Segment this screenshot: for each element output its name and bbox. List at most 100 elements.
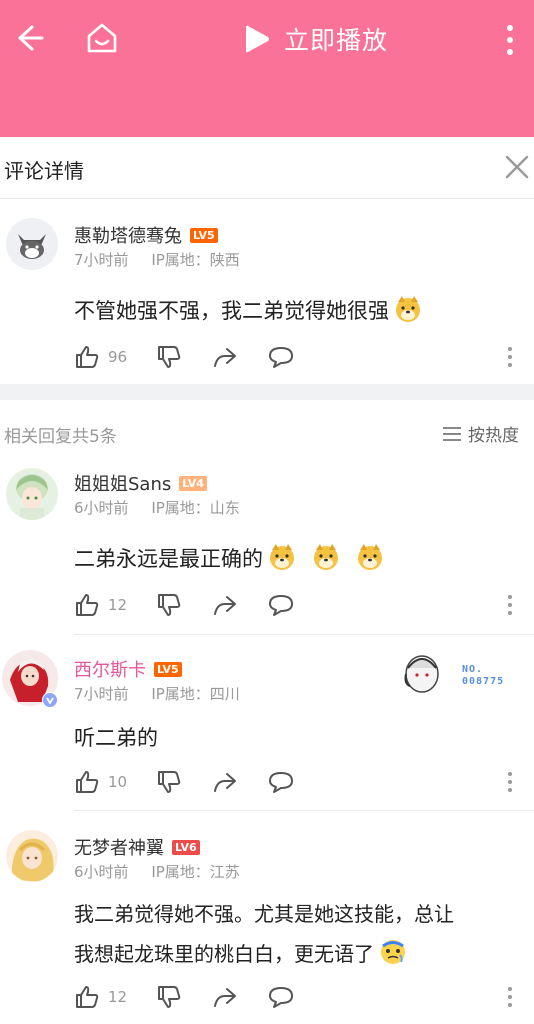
reply-button[interactable] xyxy=(268,984,294,1010)
share-button[interactable] xyxy=(212,592,238,618)
level-badge: LV6 xyxy=(172,839,200,855)
comment-actions: 96 xyxy=(74,344,294,370)
comment-meta: 6小时前 IP属地：江苏 xyxy=(74,861,258,882)
back-arrow-icon[interactable] xyxy=(12,22,44,54)
like-count: 12 xyxy=(108,988,128,1006)
more-options-icon[interactable] xyxy=(506,594,514,616)
more-options-icon[interactable] xyxy=(506,346,514,368)
comment-text: 我二弟觉得她不强。尤其是她这技能，总让 我想起龙珠里的桃白白，更无语了 xyxy=(74,894,454,974)
comment-text: 听二弟的 xyxy=(74,718,158,758)
main-comment: 惠勒塔德骞兔 LV5 7小时前 IP属地：陕西 不管她强不强，我二弟觉得她很强 … xyxy=(0,200,534,384)
like-count: 10 xyxy=(108,773,128,791)
like-button[interactable]: 96 xyxy=(74,344,148,370)
share-icon xyxy=(214,773,236,792)
comment-text-content: 二弟永远是最正确的 xyxy=(74,547,263,571)
ip-location: IP属地：山东 xyxy=(151,499,240,517)
top-bar: 立即播放 xyxy=(0,0,534,137)
chat-bubble-icon xyxy=(269,772,293,793)
reply-button[interactable] xyxy=(268,769,294,795)
avatar[interactable] xyxy=(6,468,58,520)
username-text: 姐姐姐Sans xyxy=(74,474,172,495)
thumbs-down-icon xyxy=(158,346,181,368)
share-icon xyxy=(214,596,236,615)
avatar[interactable] xyxy=(6,830,58,882)
comment-text-content: 听二弟的 xyxy=(74,726,158,750)
divider xyxy=(74,810,534,811)
avatar[interactable] xyxy=(6,218,58,270)
username[interactable]: 无梦者神翼 LV6 xyxy=(74,834,200,860)
comment-text: 二弟永远是最正确的 xyxy=(74,539,385,579)
reply-button[interactable] xyxy=(268,344,294,370)
thumbs-up-icon xyxy=(76,346,99,368)
comment-time: 7小时前 xyxy=(74,251,129,269)
comment-text-line-2: 我想起龙珠里的桃白白，更无语了 xyxy=(74,942,374,966)
comment-actions: 12 xyxy=(74,984,294,1010)
divider xyxy=(74,634,534,635)
more-vertical-icon[interactable] xyxy=(500,22,520,58)
comment-text-line-1: 我二弟觉得她不强。尤其是她这技能，总让 xyxy=(74,902,454,926)
thumbs-up-icon xyxy=(76,986,99,1008)
reply-count-label: 相关回复共5条 xyxy=(4,427,117,447)
more-options-icon[interactable] xyxy=(506,771,514,793)
thumbs-down-icon xyxy=(158,594,181,616)
level-badge: LV4 xyxy=(179,475,207,491)
like-count: 96 xyxy=(108,348,128,366)
username-text: 无梦者神翼 xyxy=(74,838,164,859)
username[interactable]: 西尔斯卡 LV5 xyxy=(74,656,182,682)
related-replies-header: 相关回复共5条 按热度 xyxy=(0,400,534,464)
share-button[interactable] xyxy=(212,984,238,1010)
like-button[interactable]: 10 xyxy=(74,769,148,795)
reply-item: 无梦者神翼 LV6 6小时前 IP属地：江苏 我二弟觉得她不强。尤其是她这技能，… xyxy=(0,826,534,1024)
chat-bubble-icon xyxy=(269,987,293,1008)
reply-button[interactable] xyxy=(268,592,294,618)
comment-time: 6小时前 xyxy=(74,863,129,881)
comment-text-content: 不管她强不强，我二弟觉得她很强 xyxy=(74,299,389,323)
fan-badge-number: NO. 008775 xyxy=(462,664,505,687)
like-count: 12 xyxy=(108,596,128,614)
sort-lines-icon xyxy=(443,426,461,441)
verified-badge-icon xyxy=(42,692,58,708)
home-icon[interactable] xyxy=(84,20,120,56)
close-icon[interactable] xyxy=(504,154,530,180)
username-text: 惠勒塔德骞兔 xyxy=(74,226,182,247)
share-button[interactable] xyxy=(212,344,238,370)
comment-actions: 10 xyxy=(74,769,294,795)
username[interactable]: 惠勒塔德骞兔 LV5 xyxy=(74,222,218,248)
reply-item: 姐姐姐Sans LV4 6小时前 IP属地：山东 二弟永远是最正确的 12 xyxy=(0,464,534,634)
comment-text-line-2-wrap: 我想起龙珠里的桃白白，更无语了 xyxy=(74,934,454,974)
comment-time: 7小时前 xyxy=(74,685,129,703)
dislike-button[interactable] xyxy=(156,592,182,618)
more-options-icon[interactable] xyxy=(506,986,514,1008)
sort-button[interactable]: 按热度 xyxy=(442,421,519,446)
doge-emoji-icon xyxy=(358,544,382,570)
comment-actions: 12 xyxy=(74,592,294,618)
share-icon xyxy=(214,348,236,367)
ip-location: IP属地：江苏 xyxy=(151,863,240,881)
share-icon xyxy=(214,988,236,1007)
username[interactable]: 姐姐姐Sans LV4 xyxy=(74,470,207,496)
like-button[interactable]: 12 xyxy=(74,592,148,618)
fan-badge: NO. 008775 xyxy=(400,650,518,696)
page-title: 评论详情 xyxy=(4,159,84,183)
doge-emoji-icon xyxy=(314,544,338,570)
thumbs-up-icon xyxy=(76,771,99,793)
thumbs-down-icon xyxy=(158,771,181,793)
dislike-button[interactable] xyxy=(156,344,182,370)
dislike-button[interactable] xyxy=(156,984,182,1010)
crying-emoji-icon xyxy=(381,940,405,964)
dislike-button[interactable] xyxy=(156,769,182,795)
comment-meta: 6小时前 IP属地：山东 xyxy=(74,497,258,518)
comment-text: 不管她强不强，我二弟觉得她很强 xyxy=(74,291,423,331)
like-button[interactable]: 12 xyxy=(74,984,148,1010)
play-now-label: 立即播放 xyxy=(284,26,389,55)
comment-time: 6小时前 xyxy=(74,499,129,517)
ip-location: IP属地：陕西 xyxy=(151,251,240,269)
section-divider xyxy=(0,384,534,400)
sort-label: 按热度 xyxy=(468,426,519,446)
comment-detail-header: 评论详情 xyxy=(0,137,534,199)
share-button[interactable] xyxy=(212,769,238,795)
play-now-button[interactable]: 立即播放 xyxy=(240,20,388,58)
chat-bubble-icon xyxy=(269,595,293,616)
doge-emoji-icon xyxy=(396,296,420,322)
level-badge: LV5 xyxy=(190,227,218,243)
